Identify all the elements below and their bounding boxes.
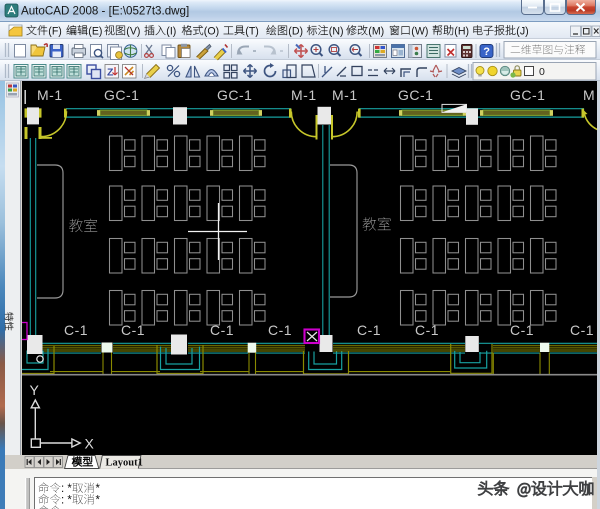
svg-text:(H): (H) (454, 25, 469, 37)
svg-text:C-1: C-1 (415, 322, 439, 338)
svg-text:(M): (M) (368, 25, 384, 37)
svg-text:M-1: M-1 (332, 87, 358, 103)
svg-text:GC-1: GC-1 (398, 87, 433, 103)
svg-text:?: ? (483, 46, 490, 58)
svg-text:C-1: C-1 (64, 322, 88, 338)
svg-text:*: * (96, 483, 101, 495)
svg-text:*: * (96, 495, 101, 507)
svg-text:C-1: C-1 (357, 322, 381, 338)
svg-text:(F): (F) (48, 25, 62, 37)
svg-text:(N): (N) (329, 25, 344, 37)
svg-text:(I): (I) (166, 25, 176, 37)
svg-text:C-1: C-1 (570, 322, 594, 338)
svg-text:M-1: M-1 (291, 87, 317, 103)
svg-text:M: M (583, 87, 595, 103)
svg-text:(T): (T) (245, 25, 259, 37)
svg-text:0: 0 (539, 66, 545, 78)
svg-text:C-1: C-1 (121, 322, 145, 338)
svg-text:GC-1: GC-1 (217, 87, 252, 103)
svg-text:Y: Y (30, 382, 40, 398)
svg-text:(W): (W) (411, 25, 428, 37)
svg-text:AutoCAD 2008 - [E:\0527t3.dwg]: AutoCAD 2008 - [E:\0527t3.dwg] (21, 4, 189, 17)
svg-text:M-1: M-1 (37, 87, 63, 103)
svg-text:(V): (V) (126, 25, 140, 37)
svg-text:C-1: C-1 (510, 322, 534, 338)
svg-text:C-1: C-1 (210, 322, 234, 338)
svg-text:GC-1: GC-1 (510, 87, 545, 103)
svg-text:C-1: C-1 (268, 322, 292, 338)
svg-text:GC-1: GC-1 (104, 87, 139, 103)
svg-text:(E): (E) (88, 25, 102, 37)
svg-text:: *: : * (61, 495, 72, 507)
svg-text:X: X (85, 436, 95, 452)
svg-text:(O): (O) (204, 25, 219, 37)
svg-text:Layout1: Layout1 (106, 457, 143, 468)
svg-text:: *: : * (61, 483, 72, 495)
svg-text:(J): (J) (516, 25, 528, 37)
svg-text:(D): (D) (288, 25, 303, 37)
